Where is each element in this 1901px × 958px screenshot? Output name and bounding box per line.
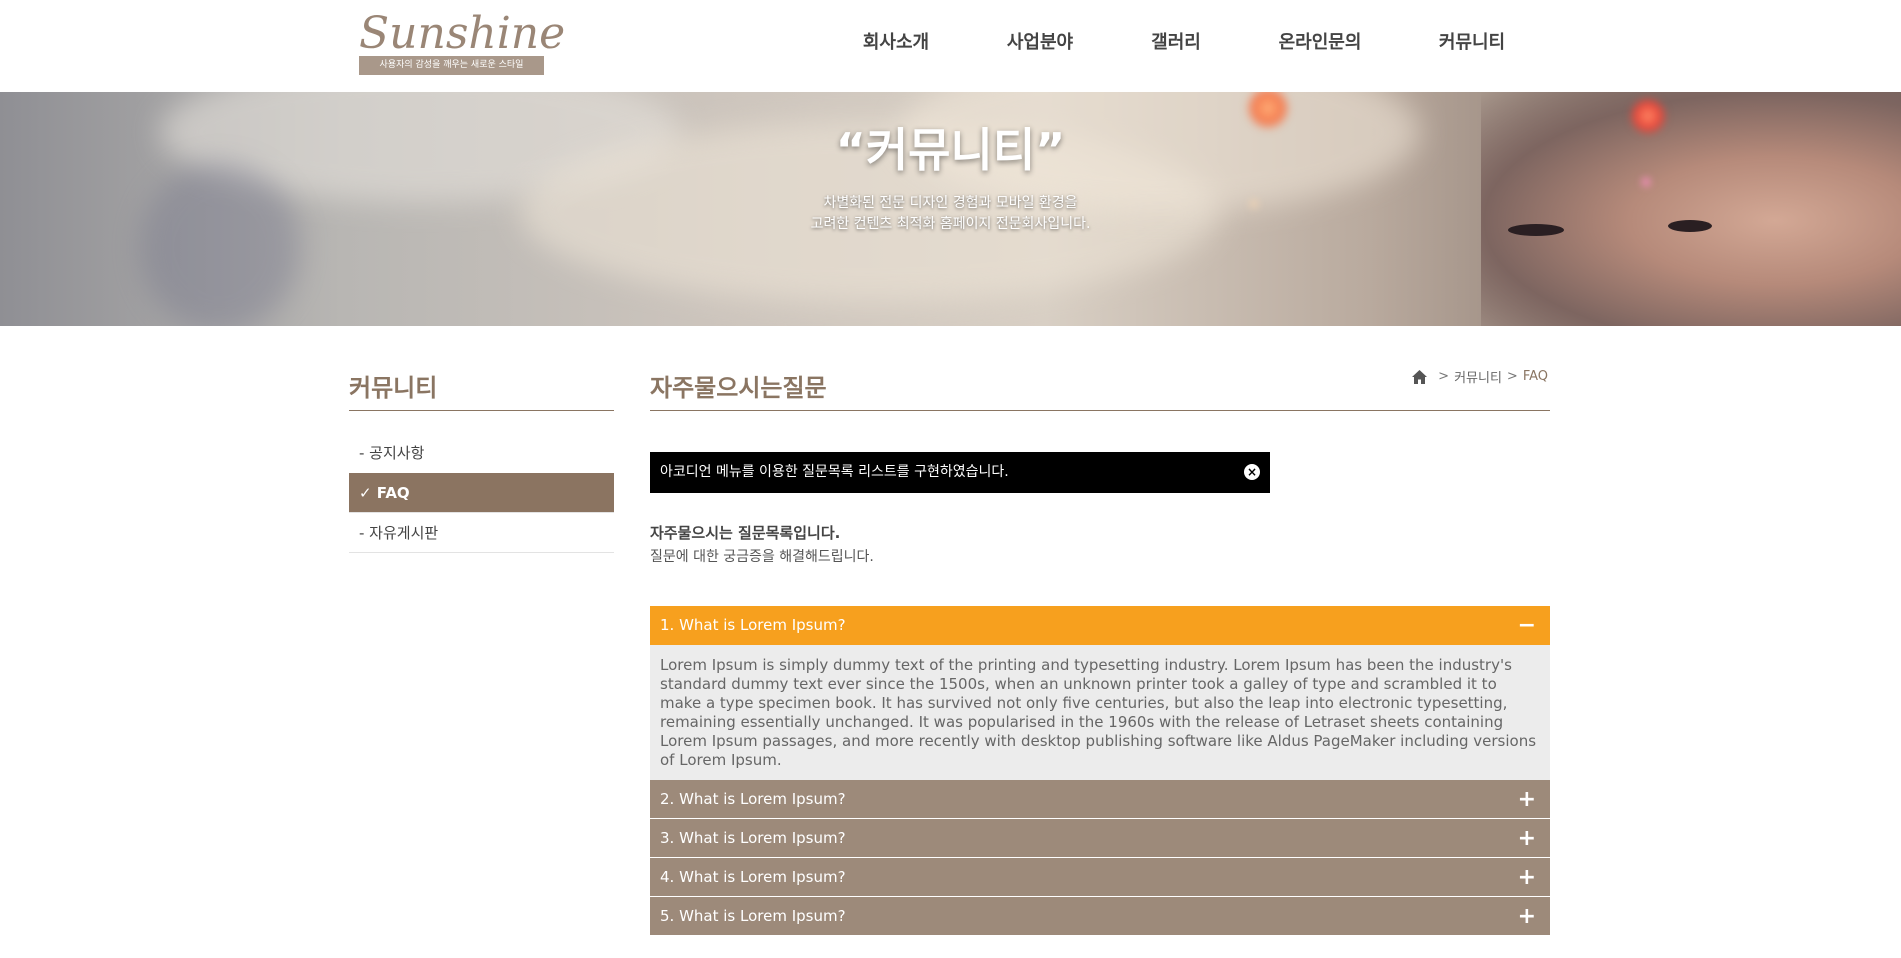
content-divider — [650, 410, 1550, 411]
banner-title: “커뮤니티” — [835, 123, 1066, 177]
nav-item-community[interactable]: 커뮤니티 — [1424, 26, 1520, 60]
nav-item-business[interactable]: 사업분야 — [992, 26, 1088, 60]
breadcrumb: > 커뮤니티 > FAQ — [1412, 367, 1548, 386]
intro-text: 질문에 대한 궁금증을 해결해드립니다. — [650, 549, 874, 565]
home-icon[interactable] — [1412, 369, 1428, 384]
sidebar-title: 커뮤니티 — [349, 374, 438, 402]
faq-question-1[interactable]: 1. What is Lorem Ipsum? − — [650, 606, 1550, 645]
faq-question-text: 5. What is Lorem Ipsum? — [660, 907, 846, 925]
faq-question-4[interactable]: 4. What is Lorem Ipsum? + — [650, 858, 1550, 897]
banner-subtitle-line1: 차별화된 전문 디자인 경험과 모바일 환경을 — [823, 195, 1078, 211]
main-nav: 회사소개 사업분야 갤러리 온라인문의 커뮤니티 — [848, 26, 1520, 60]
logo-wordmark: Sunshine — [359, 8, 566, 59]
faq-question-text: 3. What is Lorem Ipsum? — [660, 829, 846, 847]
logo[interactable]: Sunshine 사용자의 감성을 깨우는 새로운 스타일 — [359, 8, 566, 75]
breadcrumb-separator: > — [1438, 369, 1450, 384]
faq-question-text: 1. What is Lorem Ipsum? — [660, 616, 846, 634]
expand-icon[interactable]: + — [1518, 819, 1536, 858]
sidebar-item-notice[interactable]: - 공지사항 — [349, 433, 614, 473]
faq-question-2[interactable]: 2. What is Lorem Ipsum? + — [650, 780, 1550, 819]
nav-item-gallery[interactable]: 갤러리 — [1136, 26, 1216, 60]
nav-item-company[interactable]: 회사소개 — [848, 26, 944, 60]
breadcrumb-separator: > — [1506, 369, 1518, 384]
notice-text: 아코디언 메뉴를 이용한 질문목록 리스트를 구현하였습니다. — [660, 464, 1009, 480]
faq-question-5[interactable]: 5. What is Lorem Ipsum? + — [650, 897, 1550, 936]
collapse-icon[interactable]: − — [1518, 606, 1536, 645]
notice-bar: 아코디언 메뉴를 이용한 질문목록 리스트를 구현하였습니다. × — [650, 452, 1270, 493]
logo-tagline: 사용자의 감성을 깨우는 새로운 스타일 — [359, 56, 544, 75]
breadcrumb-current: FAQ — [1522, 369, 1548, 384]
banner-subtitle-line2: 고려한 컨텐츠 최적화 홈페이지 전문회사입니다. — [810, 216, 1091, 232]
hero-banner: “커뮤니티” 차별화된 전문 디자인 경험과 모바일 환경을 고려한 컨텐츠 최… — [0, 92, 1901, 326]
close-icon[interactable]: × — [1244, 464, 1260, 480]
expand-icon[interactable]: + — [1518, 897, 1536, 936]
faq-answer-1: Lorem Ipsum is simply dummy text of the … — [650, 645, 1550, 780]
nav-item-inquiry[interactable]: 온라인문의 — [1264, 26, 1376, 60]
faq-accordion: 1. What is Lorem Ipsum? − Lorem Ipsum is… — [650, 606, 1550, 936]
site-header: Sunshine 사용자의 감성을 깨우는 새로운 스타일 회사소개 사업분야 … — [0, 0, 1901, 92]
sidebar-divider — [349, 410, 614, 411]
sidebar-item-faq[interactable]: ✓ FAQ — [349, 473, 614, 513]
expand-icon[interactable]: + — [1518, 858, 1536, 897]
sidebar-menu: - 공지사항 ✓ FAQ - 자유게시판 — [349, 433, 614, 553]
sidebar-item-board[interactable]: - 자유게시판 — [349, 513, 614, 553]
faq-question-text: 2. What is Lorem Ipsum? — [660, 790, 846, 808]
page-title: 자주물으시는질문 — [650, 374, 827, 402]
expand-icon[interactable]: + — [1518, 780, 1536, 819]
breadcrumb-community[interactable]: 커뮤니티 — [1454, 367, 1502, 386]
faq-question-3[interactable]: 3. What is Lorem Ipsum? + — [650, 819, 1550, 858]
faq-question-text: 4. What is Lorem Ipsum? — [660, 868, 846, 886]
intro-heading: 자주물으시는 질문목록입니다. — [650, 524, 841, 542]
